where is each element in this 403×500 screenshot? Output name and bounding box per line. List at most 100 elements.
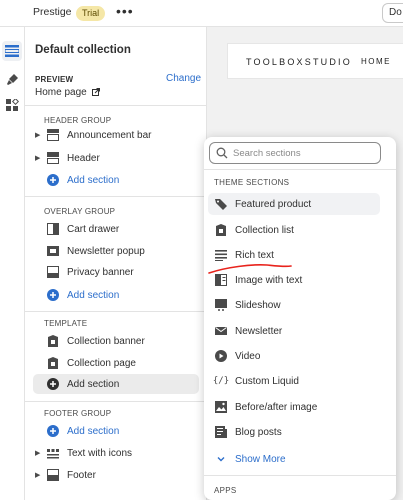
show-more-label: Show More bbox=[235, 453, 286, 465]
section-label: Header bbox=[67, 152, 100, 164]
picker-item-label: Image with text bbox=[235, 274, 303, 286]
divider bbox=[25, 196, 207, 197]
picker-item-label: Collection list bbox=[235, 224, 294, 236]
envelope-icon bbox=[214, 324, 228, 338]
overlay-add-section-button[interactable]: Add section bbox=[33, 285, 199, 305]
picker-item-newsletter[interactable]: Newsletter bbox=[208, 320, 380, 342]
slideshow-icon bbox=[214, 298, 228, 312]
plus-circle-icon bbox=[46, 288, 60, 302]
search-box[interactable] bbox=[209, 142, 381, 164]
section-footer[interactable]: ▶ Footer bbox=[33, 465, 199, 485]
picker-item-before-after-image[interactable]: Before/after image bbox=[208, 396, 380, 418]
theme-sections-label: THEME SECTIONS bbox=[214, 178, 290, 187]
trial-badge: Trial bbox=[76, 6, 106, 21]
picker-item-label: Rich text bbox=[235, 249, 274, 261]
tag-icon bbox=[214, 197, 228, 211]
footer-add-section-button[interactable]: Add section bbox=[33, 421, 199, 441]
picker-item-label: Blog posts bbox=[235, 426, 282, 438]
picker-item-featured-product[interactable]: Featured product bbox=[208, 193, 380, 215]
store-nav-home[interactable]: HOME bbox=[361, 57, 391, 66]
chevron-down-icon bbox=[214, 452, 228, 466]
section-label: Collection banner bbox=[67, 335, 145, 347]
section-text-with-icons[interactable]: ▶ Text with icons bbox=[33, 443, 199, 463]
section-label: Newsletter popup bbox=[67, 245, 145, 257]
search-icon bbox=[216, 147, 228, 159]
blog-icon bbox=[214, 425, 228, 439]
template-title: Default collection bbox=[35, 44, 131, 56]
more-actions-button[interactable]: ••• bbox=[116, 3, 134, 19]
plus-circle-icon bbox=[46, 377, 60, 391]
section-label: Footer bbox=[67, 469, 96, 481]
cart-drawer-icon bbox=[46, 222, 60, 236]
preview-page-label: Home page bbox=[35, 87, 87, 98]
collection-banner-icon bbox=[46, 334, 60, 348]
announcement-bar-icon bbox=[46, 128, 60, 142]
picker-item-blog-posts[interactable]: Blog posts bbox=[208, 421, 380, 443]
external-link-icon bbox=[92, 88, 101, 96]
collection-icon bbox=[214, 223, 228, 237]
apps-grid-icon[interactable] bbox=[2, 95, 22, 115]
preview-page[interactable]: Home page bbox=[35, 87, 101, 98]
divider bbox=[204, 169, 396, 170]
store-brand: TOOLBOXSTUDIO bbox=[246, 57, 352, 67]
add-section-label: Add section bbox=[67, 174, 120, 186]
theme-settings-brush-icon[interactable] bbox=[2, 69, 22, 89]
banner-icon bbox=[46, 265, 60, 279]
section-label: Cart drawer bbox=[67, 223, 120, 235]
text-lines-icon bbox=[214, 248, 228, 262]
theme-name: Prestige bbox=[33, 6, 72, 18]
divider bbox=[25, 401, 207, 402]
template-group-label: TEMPLATE bbox=[44, 319, 88, 328]
popup-icon bbox=[46, 244, 60, 258]
section-newsletter-popup[interactable]: Newsletter popup bbox=[33, 241, 199, 261]
store-header-preview[interactable]: TOOLBOXSTUDIO HOME bbox=[227, 43, 403, 79]
collection-page-icon bbox=[46, 356, 60, 370]
picker-item-slideshow[interactable]: Slideshow bbox=[208, 294, 380, 316]
picker-item-label: Slideshow bbox=[235, 299, 281, 311]
plus-circle-icon bbox=[46, 173, 60, 187]
apps-label: APPS bbox=[214, 486, 237, 495]
section-label: Announcement bar bbox=[67, 129, 152, 141]
expand-caret-icon[interactable]: ▶ bbox=[35, 131, 43, 139]
image-icon bbox=[214, 400, 228, 414]
picker-item-custom-liquid[interactable]: {/} Custom Liquid bbox=[208, 370, 380, 392]
picker-item-label: Custom Liquid bbox=[235, 375, 299, 387]
header-add-section-button[interactable]: Add section bbox=[33, 170, 199, 190]
divider bbox=[204, 475, 396, 476]
plus-circle-icon bbox=[46, 424, 60, 438]
picker-item-label: Newsletter bbox=[235, 325, 283, 337]
overlay-group-label: OVERLAY GROUP bbox=[44, 207, 116, 216]
preview-label: PREVIEW bbox=[35, 75, 74, 84]
text-with-icons-icon bbox=[46, 446, 60, 460]
expand-caret-icon[interactable]: ▶ bbox=[35, 471, 43, 479]
red-annotation-underline bbox=[208, 264, 292, 274]
picker-item-video[interactable]: Video bbox=[208, 345, 380, 367]
section-header[interactable]: ▶ Header bbox=[33, 148, 199, 168]
add-section-label: Add section bbox=[67, 378, 120, 390]
section-cart-drawer[interactable]: Cart drawer bbox=[33, 219, 199, 239]
header-icon bbox=[46, 151, 60, 165]
search-sections-input[interactable] bbox=[233, 147, 373, 159]
sections-sidebar: Default collection PREVIEW Change Home p… bbox=[25, 27, 207, 500]
section-privacy-banner[interactable]: Privacy banner bbox=[33, 262, 199, 282]
show-more-button[interactable]: Show More bbox=[208, 448, 380, 470]
icon-rail bbox=[0, 27, 25, 500]
section-label: Text with icons bbox=[67, 447, 133, 459]
divider bbox=[25, 311, 207, 312]
picker-item-label: Video bbox=[235, 350, 261, 362]
section-label: Collection page bbox=[67, 357, 136, 369]
header-group-label: HEADER GROUP bbox=[44, 116, 112, 125]
picker-item-collection-list[interactable]: Collection list bbox=[208, 219, 380, 241]
template-add-section-button[interactable]: Add section bbox=[33, 374, 199, 394]
footer-group-label: FOOTER GROUP bbox=[44, 409, 112, 418]
section-collection-banner[interactable]: Collection banner bbox=[33, 331, 199, 351]
sections-icon[interactable] bbox=[2, 41, 22, 61]
expand-caret-icon[interactable]: ▶ bbox=[35, 449, 43, 457]
expand-caret-icon[interactable]: ▶ bbox=[35, 154, 43, 162]
section-announcement-bar[interactable]: ▶ Announcement bar bbox=[33, 125, 199, 145]
add-section-label: Add section bbox=[67, 425, 120, 437]
change-preview-link[interactable]: Change bbox=[166, 73, 201, 84]
add-section-popover: THEME SECTIONS Featured product Collecti… bbox=[204, 137, 396, 500]
section-collection-page[interactable]: Collection page bbox=[33, 353, 199, 373]
top-right-button[interactable]: Do bbox=[382, 3, 403, 23]
